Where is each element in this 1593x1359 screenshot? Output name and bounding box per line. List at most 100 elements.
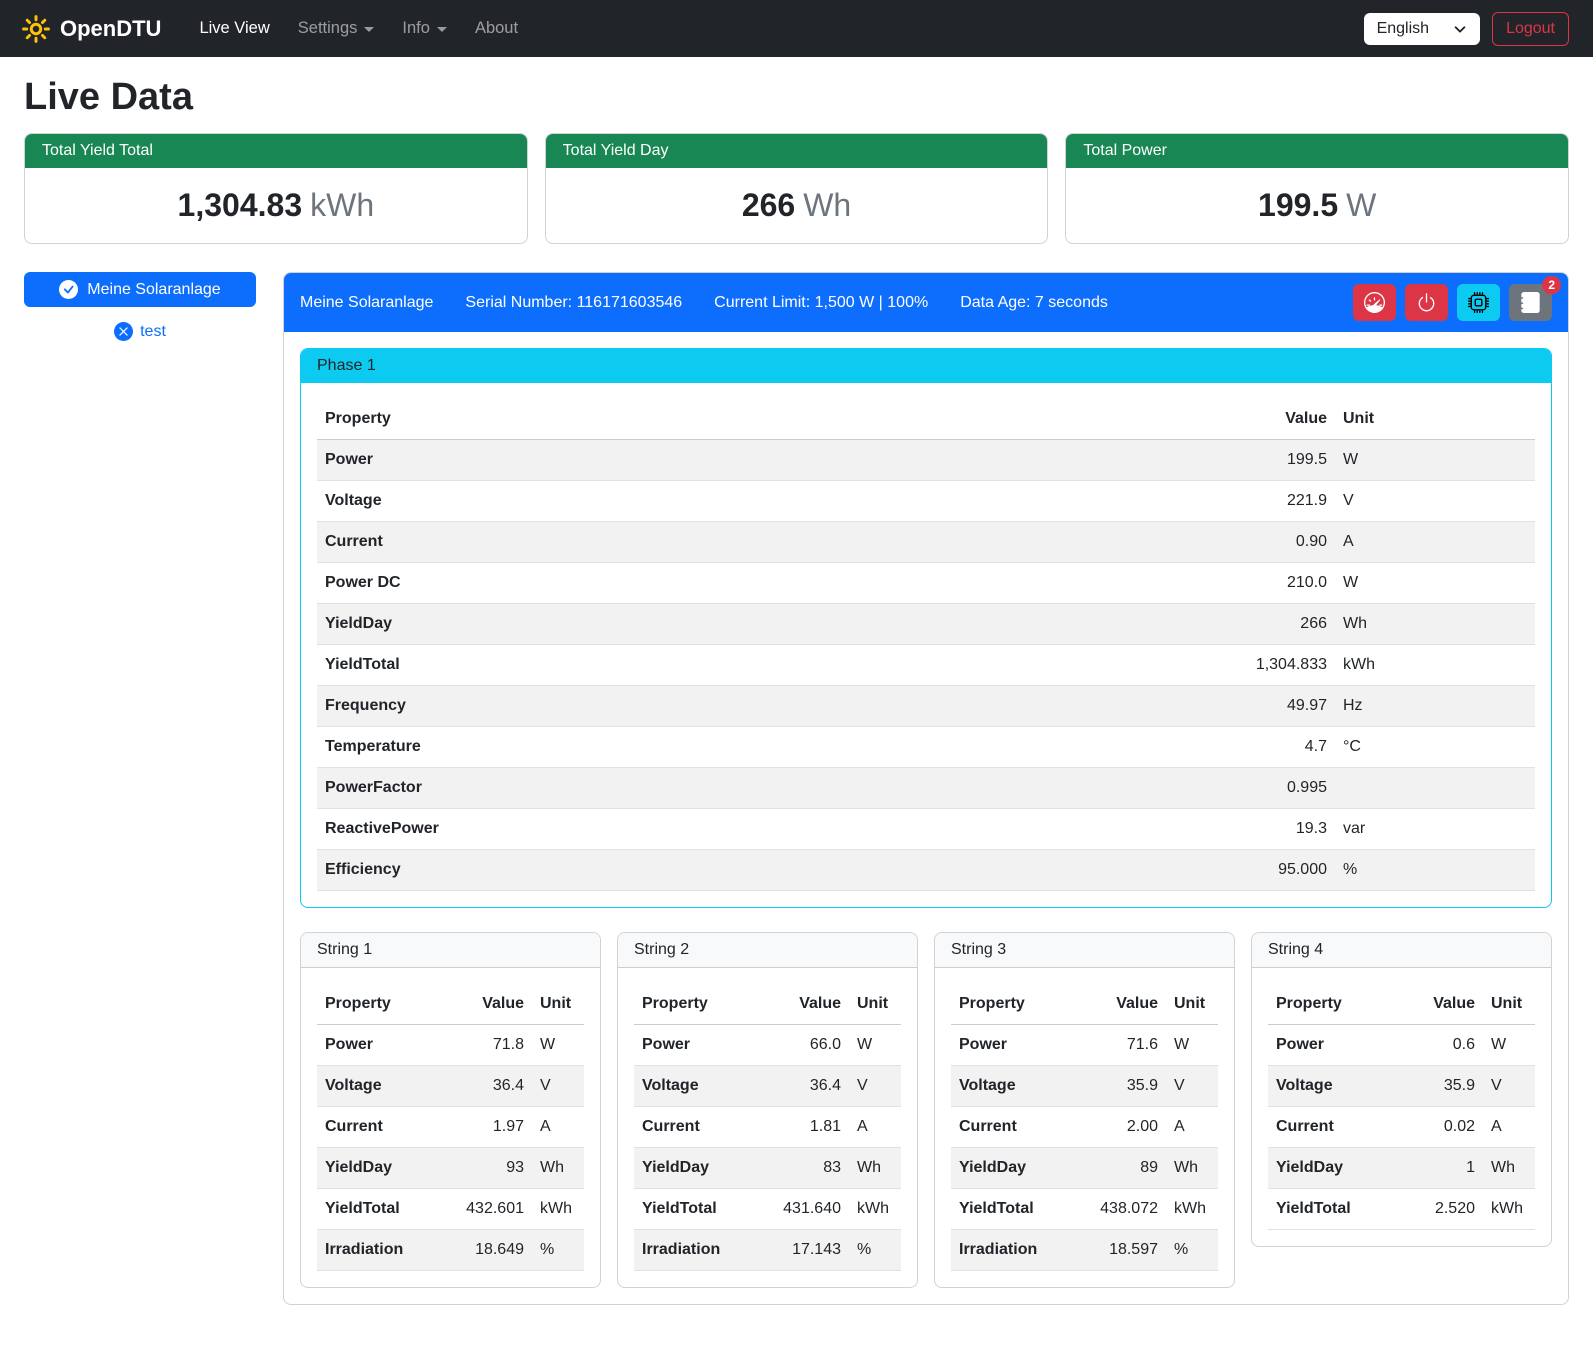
column-header-value: Value — [1391, 984, 1483, 1025]
table-row: Current0.02A — [1268, 1107, 1535, 1148]
string-table: Property Value Unit Power0.6WVoltage35.9… — [1268, 984, 1535, 1230]
column-header-property: Property — [317, 984, 440, 1025]
cell-val: 2.00 — [1074, 1107, 1166, 1148]
limit-settings-button[interactable] — [1353, 284, 1396, 321]
page-title: Live Data — [24, 76, 1569, 119]
cell-unit: kWh — [1166, 1189, 1218, 1230]
cell-val: 1.97 — [440, 1107, 532, 1148]
navbar: OpenDTU Live View Settings Info About En… — [0, 0, 1593, 57]
sidebar-item-test[interactable]: test — [24, 322, 256, 341]
table-row: YieldDay1Wh — [1268, 1148, 1535, 1189]
caret-down-icon — [437, 27, 447, 32]
cell-prop: Temperature — [317, 727, 1215, 768]
cell-unit: W — [532, 1025, 584, 1066]
cell-val: 4.7 — [1215, 727, 1335, 768]
navbar-right: English Logout — [1364, 12, 1569, 46]
brand[interactable]: OpenDTU — [22, 15, 161, 43]
cell-prop: Power — [317, 440, 1215, 481]
table-row: YieldDay89Wh — [951, 1148, 1218, 1189]
inverter-body: Phase 1 Property Value Unit Power199.5WV… — [284, 332, 1568, 1304]
cell-prop: YieldTotal — [634, 1189, 757, 1230]
cell-prop: Voltage — [634, 1066, 757, 1107]
summary-card-total-yield-total: Total Yield Total 1,304.83kWh — [24, 133, 528, 244]
column-header-unit: Unit — [532, 984, 584, 1025]
inverter-data-age: Data Age: 7 seconds — [960, 294, 1108, 312]
table-row: Irradiation17.143% — [634, 1230, 901, 1271]
cell-unit: V — [1166, 1066, 1218, 1107]
cell-unit: kWh — [1335, 645, 1535, 686]
cell-unit: A — [1335, 522, 1535, 563]
journal-icon — [1520, 292, 1541, 313]
table-row: Power71.8W — [317, 1025, 584, 1066]
cell-val: 266 — [1215, 604, 1335, 645]
nav-item-settings[interactable]: Settings — [284, 11, 389, 46]
table-row: YieldDay93Wh — [317, 1148, 584, 1189]
table-row: YieldTotal1,304.833kWh — [317, 645, 1535, 686]
phase-card-title: Phase 1 — [301, 349, 1551, 383]
language-value: English — [1377, 20, 1429, 38]
cell-val: 18.597 — [1074, 1230, 1166, 1271]
cell-unit: kWh — [532, 1189, 584, 1230]
event-log-button[interactable]: 2 — [1509, 284, 1552, 321]
string-table: Property Value Unit Power71.6WVoltage35.… — [951, 984, 1218, 1271]
cell-prop: Irradiation — [634, 1230, 757, 1271]
cell-val: 2.520 — [1391, 1189, 1483, 1230]
table-header-row: Property Value Unit — [317, 984, 584, 1025]
summary-card-title: Total Yield Total — [25, 134, 527, 168]
string-card: String 2 Property Value Unit Power66.0WV… — [617, 932, 918, 1288]
table-row: Power199.5W — [317, 440, 1535, 481]
phase-card: Phase 1 Property Value Unit Power199.5WV… — [300, 348, 1552, 908]
caret-down-icon — [364, 27, 374, 32]
inverter-actions: 2 — [1353, 284, 1552, 321]
nav-item-label: Info — [402, 19, 430, 38]
table-row: YieldDay266Wh — [317, 604, 1535, 645]
table-row: Voltage35.9V — [951, 1066, 1218, 1107]
cell-val: 35.9 — [1391, 1066, 1483, 1107]
inverter-header: Meine Solaranlage Serial Number: 1161716… — [284, 273, 1568, 332]
cell-prop: YieldTotal — [1268, 1189, 1391, 1230]
cell-val: 49.97 — [1215, 686, 1335, 727]
table-body: Power71.8WVoltage36.4VCurrent1.97AYieldD… — [317, 1025, 584, 1271]
table-row: YieldTotal431.640kWh — [634, 1189, 901, 1230]
table-row: YieldTotal2.520kWh — [1268, 1189, 1535, 1230]
summary-card-title: Total Power — [1066, 134, 1568, 168]
table-row: Irradiation18.649% — [317, 1230, 584, 1271]
cell-prop: Efficiency — [317, 850, 1215, 891]
cell-unit: V — [849, 1066, 901, 1107]
table-row: Temperature4.7°C — [317, 727, 1535, 768]
inverter-serial: Serial Number: 116171603546 — [465, 294, 682, 312]
string-card-title: String 4 — [1252, 933, 1551, 968]
cell-prop: YieldDay — [317, 604, 1215, 645]
cell-val: 0.90 — [1215, 522, 1335, 563]
summary-cards-row: Total Yield Total 1,304.83kWh Total Yiel… — [24, 133, 1569, 244]
phase-table: Property Value Unit Power199.5WVoltage22… — [317, 399, 1535, 891]
summary-card-value: 199.5 — [1258, 187, 1338, 223]
cell-prop: YieldDay — [951, 1148, 1074, 1189]
table-row: Irradiation18.597% — [951, 1230, 1218, 1271]
cell-prop: YieldDay — [317, 1148, 440, 1189]
language-select[interactable]: English — [1364, 13, 1480, 45]
cell-val: 0.6 — [1391, 1025, 1483, 1066]
cell-prop: YieldDay — [634, 1148, 757, 1189]
cell-val: 1.81 — [757, 1107, 849, 1148]
phase-card-body: Property Value Unit Power199.5WVoltage22… — [301, 383, 1551, 891]
nav-item-about[interactable]: About — [461, 11, 532, 46]
cell-unit: W — [1483, 1025, 1535, 1066]
nav-item-info[interactable]: Info — [388, 11, 461, 46]
device-info-button[interactable] — [1457, 284, 1500, 321]
sidebar-item-meine-solaranlage[interactable]: Meine Solaranlage — [24, 272, 256, 307]
string-card: String 4 Property Value Unit Power0.6WVo… — [1251, 932, 1552, 1247]
table-body: Power66.0WVoltage36.4VCurrent1.81AYieldD… — [634, 1025, 901, 1271]
cell-unit: A — [532, 1107, 584, 1148]
string-card-title: String 1 — [301, 933, 600, 968]
cell-unit: V — [1483, 1066, 1535, 1107]
cell-prop: Power — [951, 1025, 1074, 1066]
nav-item-live-view[interactable]: Live View — [185, 11, 283, 46]
power-control-button[interactable] — [1405, 284, 1448, 321]
logout-button[interactable]: Logout — [1492, 12, 1569, 46]
column-header-property: Property — [634, 984, 757, 1025]
column-header-unit: Unit — [1166, 984, 1218, 1025]
cell-val: 71.8 — [440, 1025, 532, 1066]
cell-val: 1 — [1391, 1148, 1483, 1189]
nav-links: Live View Settings Info About — [185, 11, 532, 46]
